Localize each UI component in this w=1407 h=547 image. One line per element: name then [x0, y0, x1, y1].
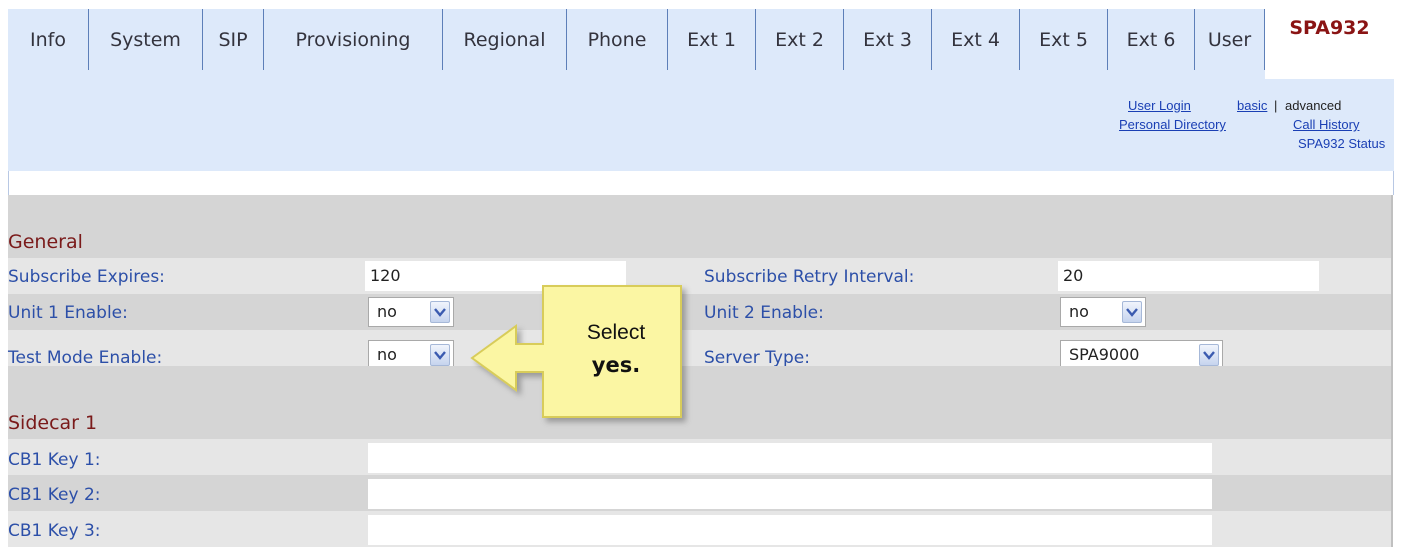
subscribe-expires-label: Subscribe Expires: — [8, 267, 165, 287]
section-title-sidecar-1: Sidecar 1 — [8, 412, 98, 434]
tab-bar: Info System SIP Provisioning Regional Ph… — [8, 9, 1394, 79]
server-type-value: SPA9000 — [1069, 345, 1140, 364]
basic-link[interactable]: basic — [1237, 98, 1267, 113]
personal-directory-link[interactable]: Personal Directory — [1119, 117, 1226, 132]
unit-1-enable-select[interactable]: no — [368, 297, 454, 327]
cb1-key-2-input[interactable] — [368, 479, 1212, 509]
callout-text-yes: yes. — [591, 353, 641, 377]
chevron-down-icon — [430, 301, 450, 323]
cb1-key-3-label: CB1 Key 3: — [8, 521, 101, 541]
spa932-status-link[interactable]: SPA932 Status — [1298, 136, 1385, 151]
section-title-general: General — [8, 231, 83, 253]
tab-ext-3[interactable]: Ext 3 — [844, 9, 932, 70]
cb1-key-2-label: CB1 Key 2: — [8, 485, 101, 505]
tab-ext-2[interactable]: Ext 2 — [756, 9, 844, 70]
chevron-down-icon — [1122, 301, 1142, 323]
unit-1-enable-label: Unit 1 Enable: — [8, 303, 128, 323]
advanced-label: advanced — [1285, 98, 1342, 113]
subscribe-retry-interval-label: Subscribe Retry Interval: — [704, 267, 915, 287]
test-mode-enable-label: Test Mode Enable: — [8, 348, 163, 368]
unit-2-enable-value: no — [1069, 302, 1089, 321]
server-type-label: Server Type: — [704, 348, 810, 368]
unit-1-enable-value: no — [377, 302, 397, 321]
user-login-link[interactable]: User Login — [1128, 98, 1191, 113]
test-mode-enable-value: no — [377, 345, 397, 364]
tab-user[interactable]: User — [1195, 9, 1265, 70]
tab-provisioning[interactable]: Provisioning — [264, 9, 443, 70]
tab-info[interactable]: Info — [8, 9, 89, 70]
tab-ext-6[interactable]: Ext 6 — [1108, 9, 1195, 70]
cb1-key-3-input[interactable] — [368, 515, 1212, 545]
tab-spa932[interactable]: SPA932 — [1265, 9, 1394, 79]
spacer-bar — [8, 171, 1394, 195]
tab-regional[interactable]: Regional — [443, 9, 567, 70]
unit-2-enable-select[interactable]: no — [1060, 297, 1146, 327]
tab-sip[interactable]: SIP — [203, 9, 264, 70]
tab-ext-5[interactable]: Ext 5 — [1020, 9, 1108, 70]
chevron-down-icon — [1199, 344, 1219, 366]
chevron-down-icon — [430, 344, 450, 366]
general-header-row — [8, 225, 1391, 258]
call-history-link[interactable]: Call History — [1293, 117, 1359, 132]
callout-text-select: Select — [586, 321, 646, 344]
tab-ext-4[interactable]: Ext 4 — [932, 9, 1020, 70]
header-links-panel: User Login basic | advanced Personal Dir… — [8, 79, 1394, 171]
tab-system[interactable]: System — [89, 9, 203, 70]
tab-ext-1[interactable]: Ext 1 — [668, 9, 756, 70]
cb1-key-1-label: CB1 Key 1: — [8, 450, 101, 470]
cb1-key-1-input[interactable] — [368, 443, 1212, 473]
tab-phone[interactable]: Phone — [567, 9, 668, 70]
link-separator: | — [1274, 98, 1278, 113]
unit-2-enable-label: Unit 2 Enable: — [704, 303, 824, 323]
subscribe-retry-interval-input[interactable]: 20 — [1058, 261, 1319, 291]
